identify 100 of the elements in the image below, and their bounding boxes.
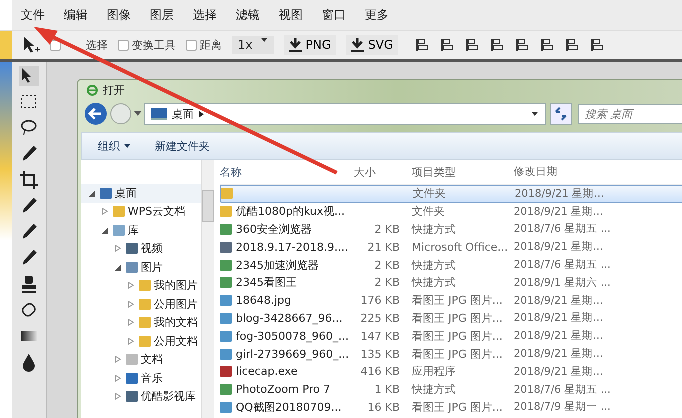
expander-icon[interactable] [102,226,108,234]
move-icon[interactable] [22,36,40,54]
file-row[interactable]: licecap.exe 416 KB 应用程序 2018/9/21 星期... [220,362,682,381]
window-edge [0,0,12,30]
tree-item[interactable]: 公用文档 [81,332,201,350]
file-row[interactable]: 2345加速浏览器 2 KB 快捷方式 2018/7/6 星期五 ... [220,256,682,274]
tree-item[interactable]: 我的图片 [81,276,201,295]
file-type: 快捷方式 [412,258,456,273]
crop-icon[interactable] [19,170,39,190]
file-row[interactable]: QQ截图20180709... 16 KB 看图王 JPG 图片... 2018/7/9 星期一 ... [220,398,682,416]
file-date: 2018/9/21 星期... [514,364,604,379]
export-button[interactable]: SVG [346,35,398,55]
file-name: licecap.exe [236,365,298,378]
file-icon [220,312,232,324]
file-size: 2 KB [374,276,400,290]
column-header[interactable]: 修改日期 [514,165,624,179]
file-icon [220,348,232,360]
distribute-icon[interactable] [489,37,506,53]
file-type: 应用程序 [412,364,456,380]
tree-item[interactable]: 优酷影视库 [81,388,201,406]
option-checkbox[interactable]: 变换工具 [118,38,176,52]
option-checkbox[interactable]: 距离 [186,38,222,52]
file-name: 18648.jpg [236,294,292,308]
tree-item[interactable]: WPS云文档 [81,202,201,221]
back-button[interactable] [84,102,108,126]
menu-item[interactable]: 文件 [21,6,45,24]
menu-item[interactable]: 视图 [279,6,303,24]
file-size: 135 KB [360,348,400,361]
file-name: blog-3428667_96... [236,312,343,325]
file-name: 优酷1080p的kux视... [236,204,345,220]
tree-item[interactable]: 文档 [81,350,201,369]
menu-item[interactable]: 编辑 [64,6,88,24]
align-center-icon[interactable] [439,37,456,53]
align-top-icon[interactable] [514,37,530,53]
align-middle-icon[interactable] [539,37,556,53]
refresh-icon[interactable] [550,103,572,125]
file-date: 2018/9/21 星期... [514,311,604,326]
export-button[interactable]: PNG [284,35,336,55]
lasso-icon[interactable] [19,118,39,138]
tree-item[interactable]: 库 [81,221,201,240]
file-icon [220,260,232,271]
file-row[interactable]: 2345看图王 2 KB 快捷方式 2018/9/1 星期六 ... [220,274,682,292]
search-field[interactable]: 搜索 桌面 [578,104,682,124]
expander-icon[interactable] [115,264,121,271]
distribute-icon[interactable] [589,37,606,53]
menu-item[interactable]: 更多 [365,6,389,24]
chevron-icon[interactable] [199,110,204,118]
file-type: 文件夹 [413,186,446,202]
tree-item[interactable]: 视频 [81,240,201,258]
file-date: 2018/9/21 星期... [514,347,604,362]
file-row[interactable]: blog-3428667_96... 225 KB 看图王 JPG 图片... 2018/9/21 星期... [220,310,682,328]
file-row[interactable]: 文件夹 2018/9/21 星期... [220,185,682,203]
menu-item[interactable]: 选择 [193,6,217,24]
tree-item[interactable]: 我的文档 [81,314,201,332]
file-date: 2018/9/21 星期... [515,186,604,201]
column-header[interactable]: 名称 [220,164,348,180]
tree-item[interactable]: 公用图片 [81,295,201,314]
tree-item[interactable]: 音乐 [81,369,201,388]
file-row[interactable]: 18648.jpg 176 KB 看图王 JPG 图片... 2018/9/21 星期... [220,292,682,310]
file-row[interactable]: 优酷1080p的kux视... 文件夹 2018/9/21 星期... [220,202,682,221]
caret-icon[interactable] [134,111,142,117]
file-row[interactable]: girl-2739669_960_... 135 KB 看图王 JPG 图片... 2018/9/21 星期... [220,345,682,363]
column-header[interactable]: 项目类型 [400,164,514,180]
caret-icon[interactable] [531,112,539,116]
scale-dropdown[interactable]: 1x [232,36,274,54]
file-icon [220,402,232,413]
file-type: 快捷方式 [412,275,456,290]
file-icon [220,295,232,306]
file-row[interactable]: PhotoZoom Pro 7 1 KB 快捷方式 2018/7/6 星期五 ... [220,380,682,399]
file-icon [220,206,232,218]
command-button[interactable]: 组织 [98,138,131,154]
tree-item[interactable]: 桌面 [81,184,201,202]
file-name: QQ截图20180709... [236,400,342,415]
file-date: 2018/7/6 星期五 ... [514,382,611,397]
window-edge [0,31,12,59]
align-left-icon[interactable] [414,37,430,53]
file-size: 1 KB [374,383,400,396]
eraser-icon[interactable] [19,300,39,320]
menu-item[interactable]: 图层 [150,6,174,24]
file-size: 2 KB [374,258,400,272]
menu-item[interactable]: 图像 [107,6,131,24]
align-bottom-icon[interactable] [564,37,580,53]
move-icon[interactable] [19,66,39,86]
menu-item[interactable]: 滤镜 [236,6,260,24]
file-name: fog-3050078_960_... [236,330,350,343]
scrollbar[interactable] [201,160,214,418]
file-row[interactable]: 360安全浏览器 2 KB 快捷方式 2018/7/6 星期五 ... [220,220,682,238]
caret-icon [124,144,131,148]
command-button[interactable]: 新建文件夹 [155,138,210,154]
file-row[interactable]: fog-3050078_960_... 147 KB 看图王 JPG 图片... 2018/9/21 星期... [220,327,682,346]
column-header[interactable]: 大小 [348,164,400,180]
align-right-icon[interactable] [464,37,480,53]
file-name: girl-2739669_960_... [236,348,350,361]
address-field[interactable]: 桌面 [144,103,546,125]
download-icon [351,38,364,52]
file-row[interactable]: 2018.9.17-2018.9.... 21 KB Microsoft Office... 2018/9/21 星期... [220,238,682,256]
expander-icon[interactable] [89,190,95,197]
stamp-icon[interactable] [19,274,39,294]
menu-item[interactable]: 窗口 [322,6,346,24]
tree-item[interactable]: 图片 [81,258,201,276]
